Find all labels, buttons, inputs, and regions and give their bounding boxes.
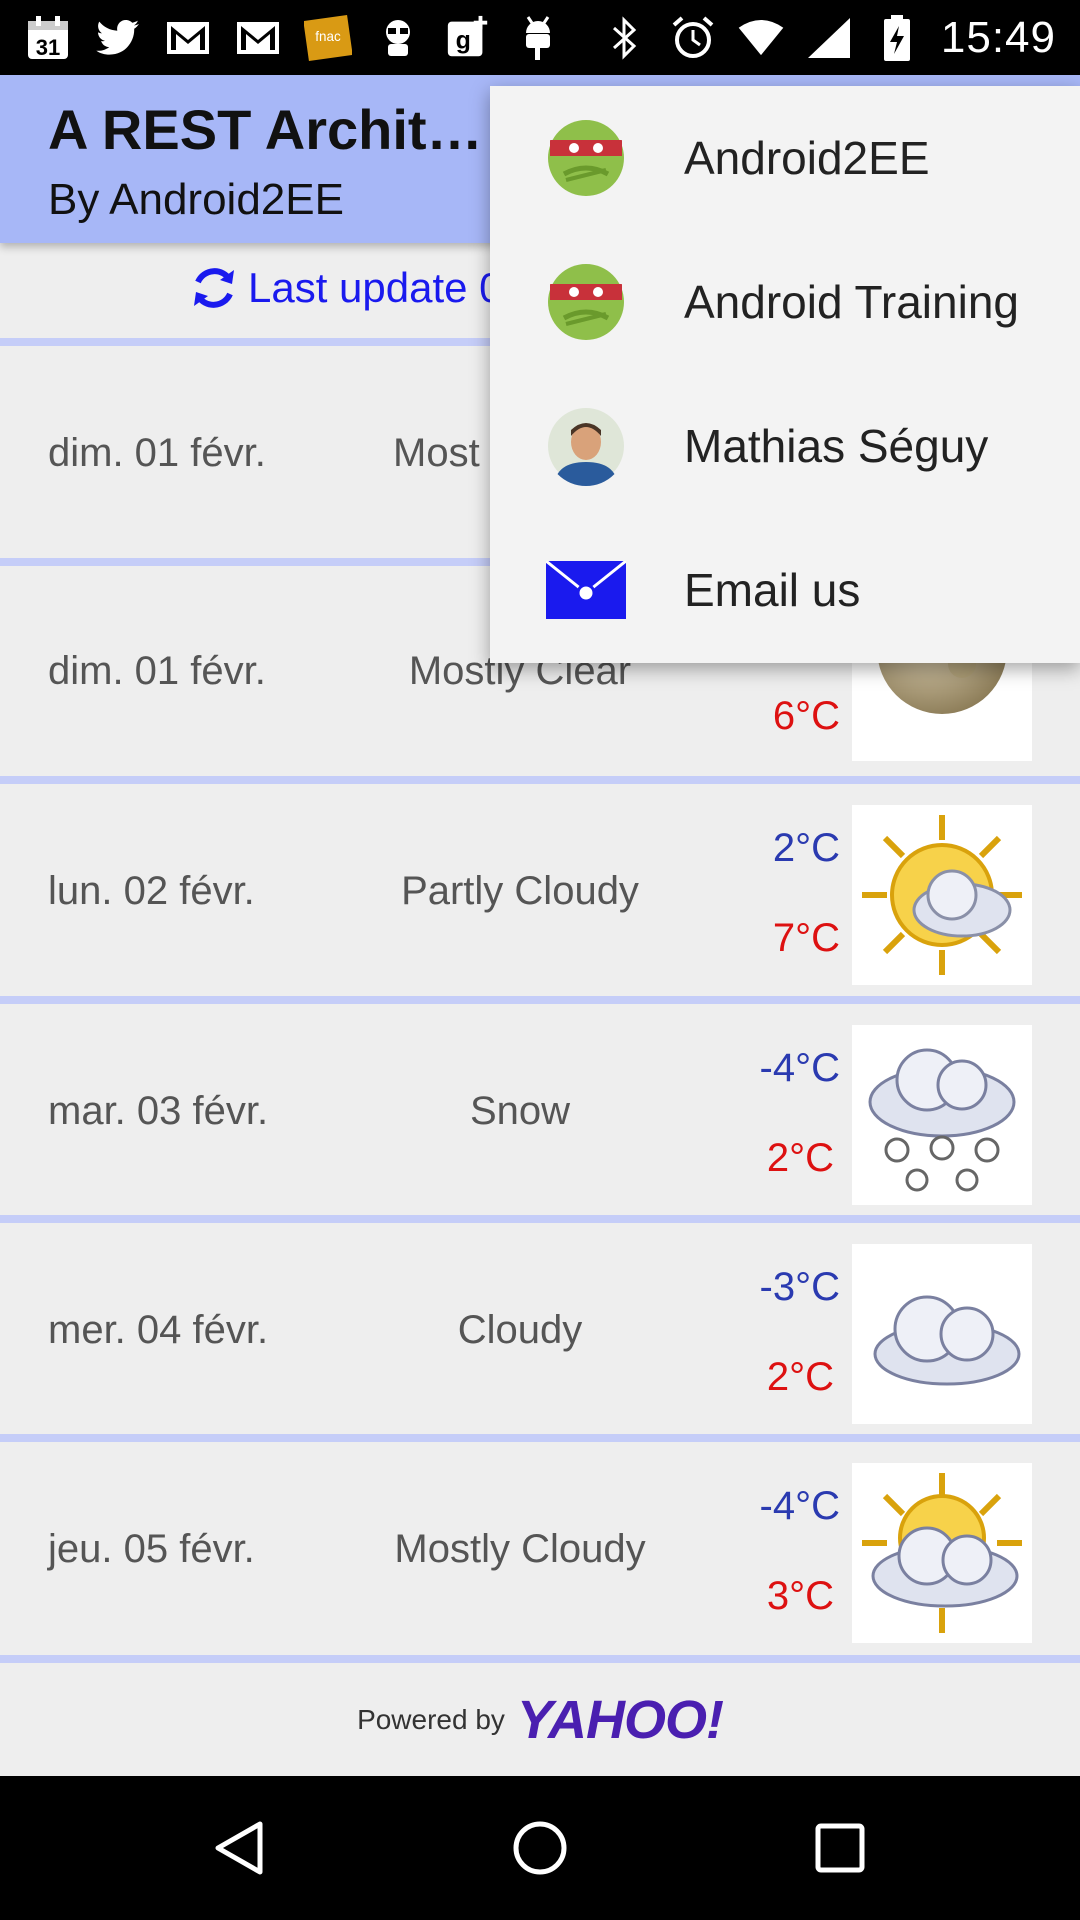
android2ee-logo-icon [546, 118, 626, 198]
forecast-row[interactable]: lun. 02 févr. Partly Cloudy 2°C 7°C [0, 786, 1080, 996]
twitter-icon [94, 14, 142, 62]
forecast-high: 2°C [766, 1136, 834, 1180]
forecast-condition: Mostly Cloudy [394, 1526, 646, 1571]
divider [0, 776, 1080, 784]
forecast-date: dim. 01 févr. [48, 430, 266, 475]
forecast-high: 6°C [772, 694, 840, 738]
system-icons: 15:49 [601, 10, 1056, 66]
forecast-date: mar. 03 févr. [48, 1088, 269, 1133]
mostly-cloudy-icon [852, 1463, 1032, 1643]
battery-charging-icon [873, 14, 921, 62]
last-update[interactable]: Last update 0 [188, 262, 503, 314]
forecast-high: 7°C [772, 916, 840, 960]
fnac-label: fnac [315, 29, 341, 44]
screen: 31 fnac g 15:49 A REST Archit… By Androi… [0, 0, 1080, 1920]
forecast-low: -4°C [759, 1046, 840, 1090]
bluetooth-icon [601, 14, 649, 62]
footer: Powered by YAHOO! [0, 1663, 1080, 1776]
forecast-condition: Snow [469, 1088, 571, 1133]
divider [0, 1215, 1080, 1223]
svg-text:g: g [456, 27, 471, 55]
forecast-date: lun. 02 févr. [48, 868, 255, 913]
forecast-high: 2°C [766, 1355, 834, 1399]
profile-photo-icon [546, 406, 626, 486]
alarm-icon [669, 14, 717, 62]
divider [0, 996, 1080, 1004]
forecast-date: mer. 04 févr. [48, 1307, 269, 1352]
forecast-row[interactable]: mar. 03 févr. Snow -4°C 2°C [0, 1006, 1080, 1216]
menu-item-android-training[interactable]: Android Training [490, 230, 1080, 374]
android-hacker-icon [374, 14, 422, 62]
forecast-date: jeu. 05 févr. [48, 1526, 255, 1571]
forecast-row[interactable]: mer. 04 févr. Cloudy -3°C 2°C [0, 1225, 1080, 1435]
navigation-bar [0, 1776, 1080, 1920]
menu-item-label: Email us [684, 564, 861, 616]
overflow-menu: Android2EE Android Training Mathias Ségu… [490, 86, 1080, 663]
fnac-icon: fnac [304, 14, 352, 62]
forecast-low: 2°C [772, 826, 840, 870]
status-bar: 31 fnac g 15:49 [0, 0, 1080, 75]
back-icon[interactable] [204, 1812, 276, 1884]
menu-item-label: Android Training [684, 276, 1019, 328]
menu-item-email-us[interactable]: Email us [490, 518, 1080, 662]
forecast-date: dim. 01 févr. [48, 648, 266, 693]
forecast-row[interactable]: jeu. 05 févr. Mostly Cloudy -4°C 3°C [0, 1444, 1080, 1654]
google-plus-icon: g [444, 14, 492, 62]
partly-cloudy-icon [852, 805, 1032, 985]
forecast-low: -3°C [759, 1265, 840, 1309]
gmail-icon [164, 14, 212, 62]
yahoo-logo[interactable]: YAHOO! [517, 1689, 724, 1751]
signal-icon [805, 14, 853, 62]
app-subtitle: By Android2EE [48, 175, 344, 224]
notification-icons: 31 fnac g [24, 10, 562, 66]
calendar-day: 31 [36, 35, 60, 60]
menu-item-label: Android2EE [684, 132, 930, 184]
divider [0, 1655, 1080, 1663]
email-icon [546, 561, 626, 619]
forecast-low: -4°C [759, 1484, 840, 1528]
powered-by-text: Powered by [357, 1703, 505, 1735]
refresh-icon[interactable] [188, 262, 240, 314]
menu-item-mathias-seguy[interactable]: Mathias Séguy [490, 374, 1080, 518]
gmail-icon [234, 14, 282, 62]
recents-icon[interactable] [804, 1812, 876, 1884]
home-icon[interactable] [504, 1812, 576, 1884]
forecast-high: 3°C [766, 1574, 834, 1618]
forecast-condition: Cloudy [457, 1307, 583, 1352]
forecast-condition: Partly Cloudy [401, 868, 639, 913]
android-icon [514, 14, 562, 62]
divider [0, 1434, 1080, 1442]
snow-icon [852, 1025, 1032, 1205]
cloudy-icon [852, 1244, 1032, 1424]
app-title: A REST Archit… [48, 98, 483, 161]
menu-item-label: Mathias Séguy [684, 420, 989, 472]
android2ee-logo-icon [546, 262, 626, 342]
menu-item-android2ee[interactable]: Android2EE [490, 86, 1080, 230]
calendar-icon: 31 [24, 14, 72, 62]
last-update-text: Last update 0 [248, 264, 503, 311]
wifi-icon [737, 14, 785, 62]
clock: 15:49 [940, 13, 1056, 62]
